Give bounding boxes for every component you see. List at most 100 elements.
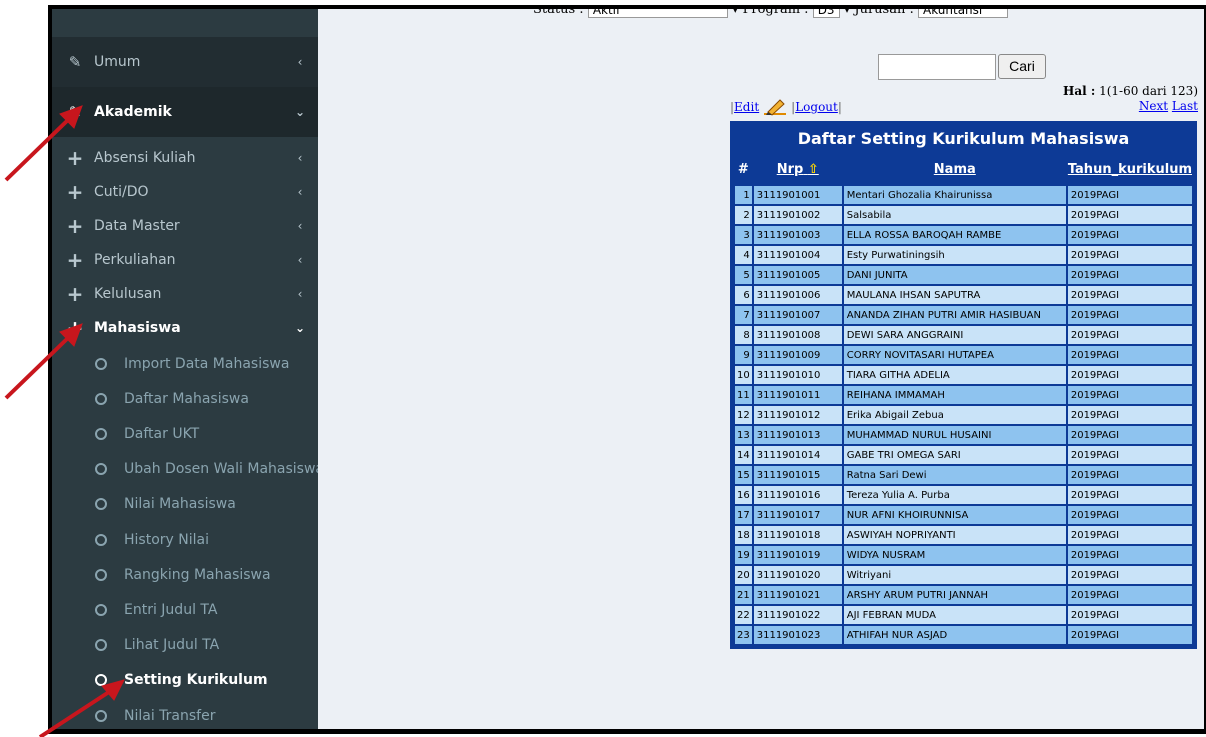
chevron-left-icon: ‹ [297,219,303,233]
table-row[interactable]: 21 3111901021 ARSHY ARUM PUTRI JANNAH 2019P… [735,586,1192,604]
table-row[interactable]: 1 3111901001 Mentari Ghozalia Khairunissa 2… [735,186,1192,204]
row-number: 12 [735,406,752,424]
pencil-icon: ✎ [68,53,82,71]
sidebar-group-cuti-do[interactable]: + Cuti/DO ‹ [52,175,318,209]
row-number: 8 [735,326,752,344]
sidebar-group-mahasiswa[interactable]: + Mahasiswa ⌄ [52,311,318,345]
sidebar-sub-item-daftar-ukt[interactable]: Daftar UKT [52,416,318,451]
circle-icon [95,357,107,370]
table-row[interactable]: 14 3111901014 GABE TRI OMEGA SARI 2019PAGI [735,446,1192,464]
sidebar-sub-item-lihat-judul-ta[interactable]: Lihat Judul TA [52,628,318,663]
logout-link[interactable]: Logout [795,100,838,114]
sidebar-sub-item-import-data-mahasiswa[interactable]: Import Data Mahasiswa [52,346,318,381]
nama-cell: ELLA ROSSA BAROQAH RAMBE [843,226,1066,244]
sidebar-sub-item-label: Nilai Mahasiswa [124,496,236,513]
nrp-header-label[interactable]: Nrp [777,162,804,177]
table-row[interactable]: 18 3111901018 ASWIYAH NOPRIYANTI 2019PAGI [735,526,1192,544]
sidebar-sub-item-nilai-mahasiswa[interactable]: Nilai Mahasiswa [52,487,318,522]
status-select[interactable]: Aktif [587,9,728,18]
circle-icon [95,639,107,652]
sidebar-sub-item-label: Daftar Mahasiswa [124,390,249,407]
sidebar-group-data-master[interactable]: + Data Master ‹ [52,209,318,243]
sidebar-sub-item-label: Ubah Dosen Wali Mahasiswa [124,461,318,478]
table-row[interactable]: 12 3111901012 Erika Abigail Zebua 2019PAGI [735,406,1192,424]
sidebar-group-label: Kelulusan [94,286,162,302]
sidebar-sub-item-ubah-dosen-wali-mahasiswa[interactable]: Ubah Dosen Wali Mahasiswa [52,452,318,487]
column-header-tahun[interactable]: Tahun_kurikulum [1067,154,1192,184]
sort-up-arrow-icon[interactable]: ⇧ [808,162,819,177]
table-row[interactable]: 2 3111901002 Salsabila 2019PAGI [735,206,1192,224]
nama-cell: Witriyani [843,566,1066,584]
table-row[interactable]: 5 3111901005 DANI JUNITA 2019PAGI [735,266,1192,284]
sidebar-sub-item-history-nilai[interactable]: History Nilai [52,522,318,557]
chevron-left-icon: ‹ [297,185,303,199]
row-number: 15 [735,466,752,484]
table-row[interactable]: 23 3111901023 ATHIFAH NUR ASJAD 2019PAGI [735,626,1192,644]
sidebar-item-umum[interactable]: ✎ Umum ‹ [52,37,318,87]
search-button[interactable]: Cari [998,54,1046,79]
nrp-cell: 3111901015 [753,466,842,484]
status-label: Status : [533,5,584,17]
sidebar-group-kelulusan[interactable]: + Kelulusan ‹ [52,277,318,311]
edit-pencil-icon[interactable] [762,98,788,116]
table-row[interactable]: 20 3111901020 Witriyani 2019PAGI [735,566,1192,584]
chevron-down-icon: ▾ [731,5,739,17]
table-row[interactable]: 3 3111901003 ELLA ROSSA BAROQAH RAMBE 2019P… [735,226,1192,244]
tahun-kurikulum-cell: 2019PAGI [1067,366,1192,384]
jurusan-select[interactable]: Akuntansi [918,9,1008,18]
next-link[interactable]: Next [1139,99,1168,113]
table-row[interactable]: 19 3111901019 WIDYA NUSRAM 2019PAGI [735,546,1192,564]
table-row[interactable]: 6 3111901006 MAULANA IHSAN SAPUTRA 2019PAGI [735,286,1192,304]
table-row[interactable]: 9 3111901009 CORRY NOVITASARI HUTAPEA 2019P… [735,346,1192,364]
sidebar-group-absensi-kuliah[interactable]: + Absensi Kuliah ‹ [52,141,318,175]
sidebar-group-label: Absensi Kuliah [94,150,196,166]
separator: | [837,100,842,114]
nrp-cell: 3111901011 [753,386,842,404]
sidebar-sub-item-label: Nilai Transfer [124,707,216,724]
plus-icon: + [66,282,84,306]
row-number: 13 [735,426,752,444]
search-input[interactable] [878,54,996,80]
nama-cell: NUR AFNI KHOIRUNNISA [843,506,1066,524]
nama-cell: MAULANA IHSAN SAPUTRA [843,286,1066,304]
sidebar-item-akademik[interactable]: ✎ Akademik ⌄ [52,87,318,137]
table-row[interactable]: 8 3111901008 DEWI SARA ANGGRAINI 2019PAGI [735,326,1192,344]
program-select[interactable]: D3 [812,9,840,18]
tahun-kurikulum-cell: 2019PAGI [1067,226,1192,244]
row-number: 16 [735,486,752,504]
sidebar-sub-item-setting-kurikulum[interactable]: Setting Kurikulum [52,663,318,698]
table-row[interactable]: 11 3111901011 REIHANA IMMAMAH 2019PAGI [735,386,1192,404]
sidebar-sub-item-entri-judul-ta[interactable]: Entri Judul TA [52,592,318,627]
table-row[interactable]: 13 3111901013 MUHAMMAD NURUL HUSAINI 2019PA… [735,426,1192,444]
table-row[interactable]: 17 3111901017 NUR AFNI KHOIRUNNISA 2019PAGI [735,506,1192,524]
nrp-cell: 3111901003 [753,226,842,244]
jurusan-label: Jurusan : [854,5,914,17]
nama-cell: MUHAMMAD NURUL HUSAINI [843,426,1066,444]
circle-icon [95,603,107,616]
circle-icon [95,674,107,687]
edit-link[interactable]: Edit [734,100,759,114]
nama-cell: Esty Purwatiningsih [843,246,1066,264]
column-header-nama[interactable]: Nama [843,154,1066,184]
last-link[interactable]: Last [1172,99,1198,113]
sidebar-group-perkuliahan[interactable]: + Perkuliahan ‹ [52,243,318,277]
table-row[interactable]: 22 3111901022 AJI FEBRAN MUDA 2019PAGI [735,606,1192,624]
tahun-kurikulum-cell: 2019PAGI [1067,526,1192,544]
table-row[interactable]: 15 3111901015 Ratna Sari Dewi 2019PAGI [735,466,1192,484]
tahun-kurikulum-cell: 2019PAGI [1067,186,1192,204]
sidebar-sub-item-rangking-mahasiswa[interactable]: Rangking Mahasiswa [52,557,318,592]
column-header-nrp[interactable]: Nrp ⇧ [753,154,842,184]
table-row[interactable]: 7 3111901007 ANANDA ZIHAN PUTRI AMIR HASIB… [735,306,1192,324]
sidebar-sub-item-nilai-transfer[interactable]: Nilai Transfer [52,698,318,729]
plus-icon: + [66,214,84,238]
chevron-left-icon: ‹ [297,287,303,301]
plus-icon: + [66,316,84,340]
table-row[interactable]: 10 3111901010 TIARA GITHA ADELIA 2019PAGI [735,366,1192,384]
table-title: Daftar Setting Kurikulum Mahasiswa [797,129,1130,148]
table-row[interactable]: 4 3111901004 Esty Purwatiningsih 2019PAGI [735,246,1192,264]
tahun-kurikulum-cell: 2019PAGI [1067,446,1192,464]
nama-cell: CORRY NOVITASARI HUTAPEA [843,346,1066,364]
nama-cell: Mentari Ghozalia Khairunissa [843,186,1066,204]
sidebar-sub-item-daftar-mahasiswa[interactable]: Daftar Mahasiswa [52,381,318,416]
table-row[interactable]: 16 3111901016 Tereza Yulia A. Purba 2019PAG… [735,486,1192,504]
